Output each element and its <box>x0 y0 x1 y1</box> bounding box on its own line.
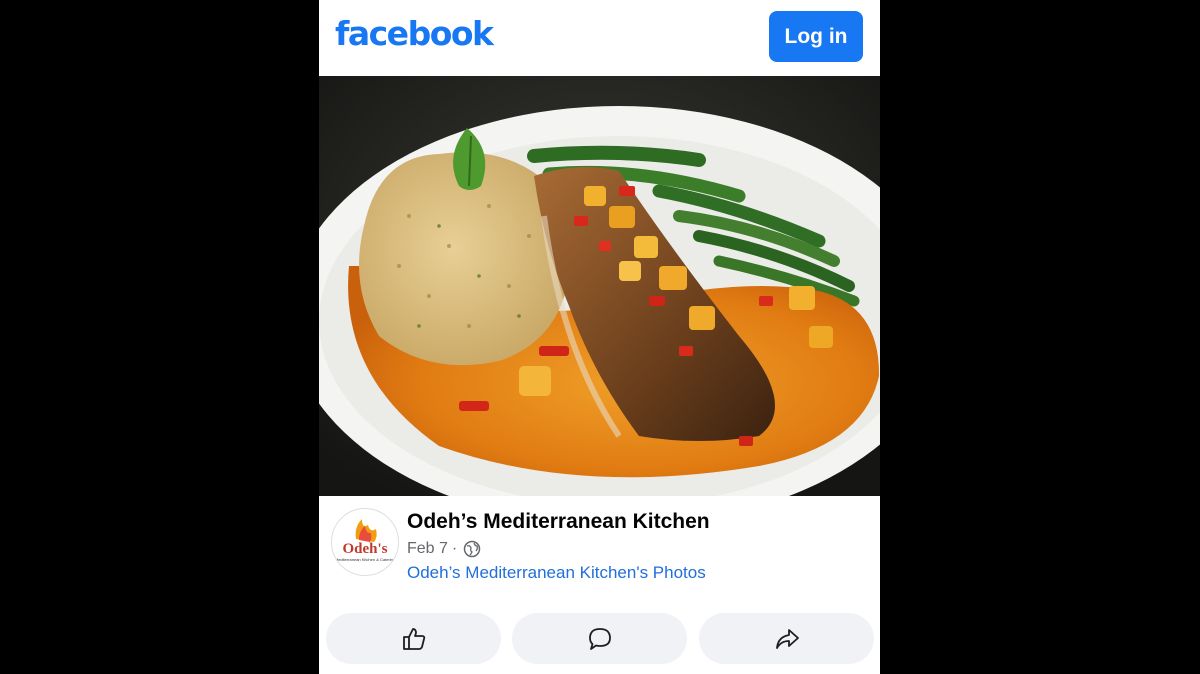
comment-icon <box>588 627 611 650</box>
login-button[interactable]: Log in <box>769 11 863 62</box>
post-header: Odeh's Mediterranean Kitchen & Catering … <box>319 496 880 606</box>
facebook-logo[interactable]: facebook <box>335 14 494 53</box>
svg-text:Mediterranean Kitchen & Cateri: Mediterranean Kitchen & Catering <box>335 557 395 562</box>
mobile-page: facebook Log in Odeh's Mediterranean Kit… <box>319 0 880 674</box>
page-avatar[interactable]: Odeh's Mediterranean Kitchen & Catering <box>331 508 399 576</box>
post-photo[interactable] <box>319 76 880 526</box>
page-name[interactable]: Odeh’s Mediterranean Kitchen <box>407 510 710 534</box>
like-button[interactable] <box>326 613 501 664</box>
meta-separator: · <box>451 540 458 557</box>
globe-icon <box>463 540 481 558</box>
like-icon <box>402 627 425 650</box>
share-icon <box>775 628 799 649</box>
album-link[interactable]: Odeh’s Mediterranean Kitchen's Photos <box>407 563 706 583</box>
comment-button[interactable] <box>512 613 687 664</box>
post-meta: Feb 7 · <box>407 540 481 558</box>
share-button[interactable] <box>699 613 874 664</box>
food-photo-illustration <box>319 76 880 526</box>
top-bar: facebook Log in <box>319 0 880 76</box>
post-date[interactable]: Feb 7 <box>407 540 448 558</box>
odehs-logo-icon: Odeh's Mediterranean Kitchen & Catering <box>335 519 395 562</box>
svg-text:Odeh's: Odeh's <box>342 541 387 557</box>
